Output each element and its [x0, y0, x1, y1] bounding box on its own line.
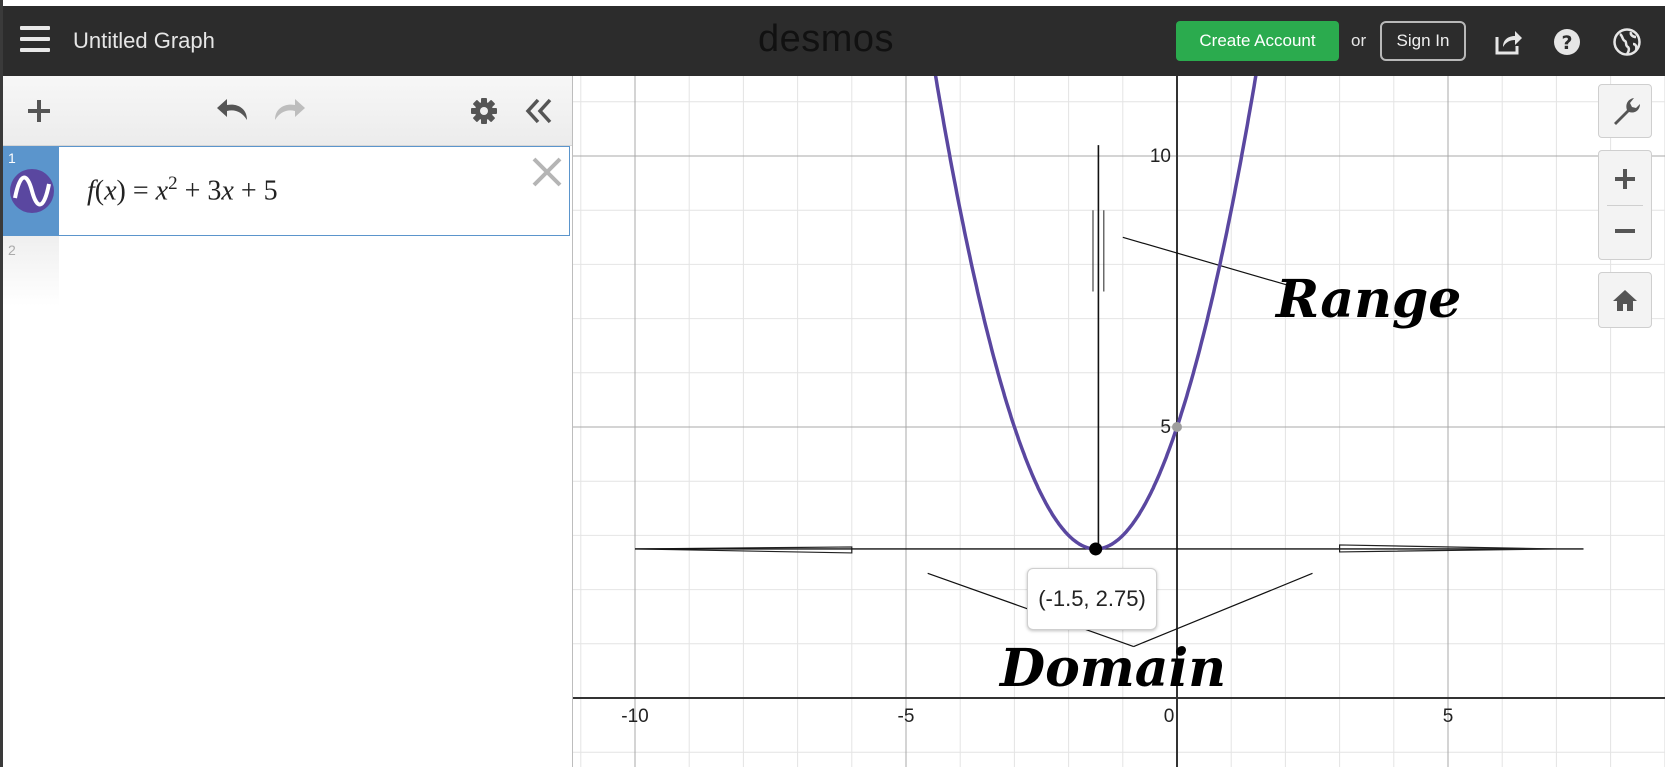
range-leader-line	[1122, 236, 1291, 287]
y-intercept-point	[1172, 422, 1182, 432]
zoom-control	[1598, 150, 1652, 260]
home-icon[interactable]	[1599, 274, 1651, 326]
home-control	[1598, 272, 1652, 328]
y-tick-label: 5	[1160, 417, 1171, 438]
parabola-curve	[933, 76, 1258, 551]
hamburger-menu-icon[interactable]	[20, 26, 50, 52]
gear-icon[interactable]	[470, 97, 498, 125]
or-label: or	[1351, 31, 1367, 50]
x-tick-label: 0	[1164, 706, 1175, 727]
expression-math: f(x) = x2 + 3x + 5	[87, 173, 278, 207]
graph-settings-control	[1598, 84, 1652, 138]
expression-number: 2	[8, 242, 16, 258]
add-icon[interactable]	[26, 98, 52, 124]
expression-toolbar	[3, 76, 572, 146]
range-annotation: Range	[1276, 269, 1462, 330]
x-tick-label: 5	[1443, 706, 1454, 727]
vertex-point	[1089, 542, 1103, 556]
x-tick-label: -5	[898, 706, 915, 727]
point-coordinate-label: (-1.5, 2.75)	[1027, 568, 1157, 630]
graph-title[interactable]: Untitled Graph	[73, 28, 215, 54]
expression-number: 1	[8, 150, 16, 166]
graph-style-icon[interactable]	[9, 168, 55, 214]
zoom-out-icon[interactable]	[1599, 207, 1651, 259]
svg-text:?: ?	[1561, 32, 1572, 54]
collapse-icon[interactable]	[524, 97, 554, 125]
wrench-icon[interactable]	[1599, 85, 1651, 137]
zoom-in-icon[interactable]	[1599, 153, 1651, 205]
desmos-logo: desmos	[758, 18, 895, 60]
redo-icon[interactable]	[271, 96, 307, 124]
expression-gutter[interactable]: 1	[3, 146, 59, 236]
domain-annotation: Domain	[1000, 638, 1227, 699]
top-bar: Untitled Graph desmos Create Account or …	[3, 6, 1665, 76]
expression-panel: 1 f(x) = x2 + 3x + 5 2	[3, 76, 572, 767]
close-icon[interactable]	[531, 156, 563, 188]
y-tick-label: 10	[1150, 146, 1171, 167]
share-icon[interactable]	[1493, 28, 1523, 56]
x-tick-label: -10	[621, 706, 648, 727]
sign-in-button[interactable]: Sign In	[1380, 21, 1466, 61]
help-icon[interactable]: ?	[1553, 28, 1583, 56]
expression-input[interactable]: f(x) = x2 + 3x + 5	[59, 146, 570, 236]
create-account-button[interactable]: Create Account	[1176, 21, 1339, 61]
undo-icon[interactable]	[215, 96, 251, 124]
globe-icon[interactable]	[1612, 28, 1642, 56]
expression-row[interactable]: 1 f(x) = x2 + 3x + 5	[3, 146, 572, 236]
